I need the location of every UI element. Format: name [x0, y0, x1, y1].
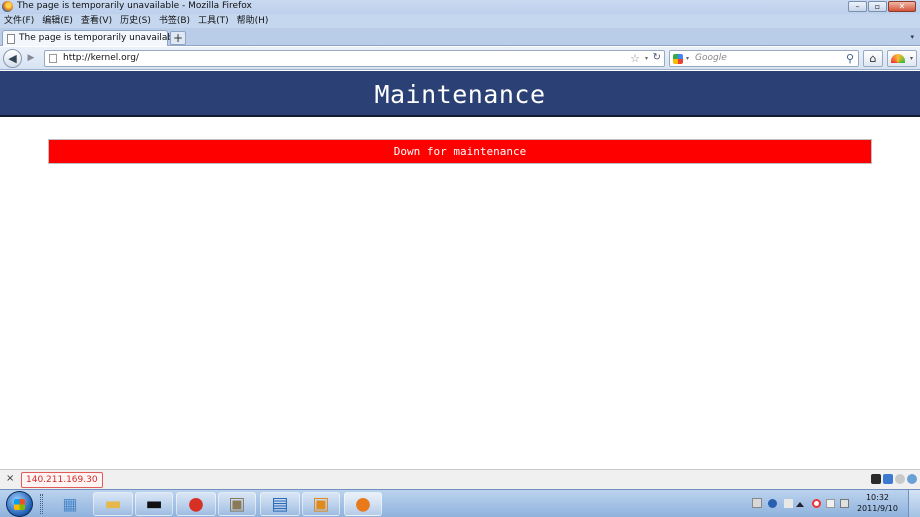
google-icon[interactable] [673, 54, 683, 64]
search-bar[interactable]: ▾ Google ⚲ [669, 50, 859, 67]
firefox-window: The page is temporarily unavailable - Mo… [0, 0, 920, 517]
title-bar[interactable]: The page is temporarily unavailable - Mo… [0, 0, 920, 14]
menu-bookmarks[interactable]: 书签(B) [159, 14, 190, 28]
url-bar[interactable]: http://kernel.org/ ☆ ▾ ↻ [44, 50, 665, 67]
remote-desktop-icon: ▤ [271, 493, 289, 515]
globe-icon[interactable] [907, 474, 917, 484]
tab-active[interactable]: The page is temporarily unavailable [2, 30, 181, 46]
banner-text: Down for maintenance [393, 145, 527, 158]
window-controls: – ▫ ✕ [848, 1, 916, 12]
search-icon[interactable]: ⚲ [846, 52, 854, 65]
url-text[interactable]: http://kernel.org/ [63, 53, 139, 63]
home-button[interactable]: ⌂ [863, 50, 883, 67]
taskbar-app-terminal[interactable]: ▬ [135, 492, 173, 516]
url-history-dropdown-icon[interactable]: ▾ [645, 55, 648, 62]
tab-bar: The page is temporarily unavailable + ▾ [0, 28, 920, 46]
taskbar-app-chrome[interactable]: ● [176, 492, 216, 516]
clock-date: 2011/9/10 [856, 504, 898, 513]
ip-address-badge: 140.211.169.30 [21, 472, 103, 488]
taskbar-app-explorer[interactable]: ▬ [93, 492, 133, 516]
taskbar-grip[interactable] [40, 494, 43, 514]
maintenance-header: Maintenance [0, 71, 920, 117]
menu-bar: 文件(F) 编辑(E) 查看(V) 历史(S) 书签(B) 工具(T) 帮助(H… [0, 14, 920, 28]
bookmark-star-icon[interactable]: ☆ [630, 52, 640, 65]
taskbar-app-firefox[interactable]: ● [344, 492, 382, 516]
start-button[interactable] [6, 491, 33, 517]
page-title: Maintenance [374, 80, 546, 109]
forward-button[interactable]: ▶ [24, 52, 38, 65]
maximize-button[interactable]: ▫ [868, 1, 887, 12]
reload-icon[interactable]: ↻ [653, 52, 661, 63]
help-icon[interactable] [768, 499, 777, 508]
firefox-icon [2, 1, 13, 12]
chrome-icon: ● [188, 493, 204, 515]
show-hidden-icons-icon[interactable] [796, 502, 804, 507]
menu-help[interactable]: 帮助(H) [237, 14, 269, 28]
search-input[interactable]: Google [695, 53, 727, 63]
status-icons [871, 474, 917, 484]
navigation-toolbar: ◀ ▶ http://kernel.org/ ☆ ▾ ↻ ▾ Google ⚲ … [0, 47, 920, 70]
search-engine-dropdown-icon[interactable]: ▾ [686, 55, 689, 62]
chevron-down-icon[interactable]: ▾ [910, 55, 913, 62]
keyboard-icon[interactable] [752, 498, 762, 508]
addon-button[interactable]: ▾ [887, 50, 917, 67]
menu-view[interactable]: 查看(V) [81, 14, 112, 28]
taskbar-app-remote-desktop[interactable]: ▤ [260, 492, 300, 516]
windows-taskbar: ▦ ▬ ▬ ● ▣ ▤ ▣ ● 10:32 2011/9/10 [0, 489, 920, 517]
page-icon [49, 54, 57, 63]
page-content: Maintenance Down for maintenance [0, 71, 920, 469]
volume-icon[interactable] [840, 499, 849, 508]
menu-file[interactable]: 文件(F) [4, 14, 34, 28]
tab-label: The page is temporarily unavailable [19, 33, 182, 43]
minimize-button[interactable]: – [848, 1, 867, 12]
firefox-icon: ● [355, 493, 371, 515]
menu-history[interactable]: 历史(S) [120, 14, 151, 28]
info-icon[interactable] [895, 474, 905, 484]
menu-edit[interactable]: 编辑(E) [42, 14, 73, 28]
page-icon [7, 34, 15, 44]
taskbar-app-virtualbox[interactable]: ▣ [302, 492, 340, 516]
clock[interactable]: 10:32 2011/9/10 [857, 492, 898, 514]
calculator-icon: ▦ [62, 494, 78, 514]
close-icon[interactable]: × [6, 473, 14, 484]
new-tab-button[interactable]: + [170, 31, 186, 45]
back-button[interactable]: ◀ [3, 49, 22, 68]
addon-status-icon[interactable] [871, 474, 881, 484]
window-title: The page is temporarily unavailable - Mo… [17, 1, 252, 11]
status-bar: × 140.211.169.30 [0, 469, 920, 489]
system-tray: 10:32 2011/9/10 [740, 490, 920, 517]
tab-list-icon[interactable]: ▾ [910, 33, 914, 41]
terminal-icon: ▬ [145, 493, 163, 515]
taskbar-app-archive[interactable]: ▣ [218, 492, 256, 516]
menu-tools[interactable]: 工具(T) [198, 14, 229, 28]
sync-icon[interactable] [883, 474, 893, 484]
clock-time: 10:32 [865, 493, 890, 502]
close-button[interactable]: ✕ [888, 1, 916, 12]
flag-icon[interactable] [826, 499, 835, 508]
explorer-icon: ▬ [104, 493, 122, 515]
virtualbox-icon: ▣ [312, 493, 330, 515]
blocked-icon[interactable] [812, 499, 821, 508]
archive-icon: ▣ [228, 493, 246, 515]
show-desktop-button[interactable] [908, 490, 920, 517]
network-icon[interactable] [784, 499, 793, 508]
windows-logo-icon [14, 499, 25, 510]
maintenance-banner: Down for maintenance [48, 139, 872, 164]
taskbar-app-calculator[interactable]: ▦ [56, 492, 84, 516]
rainbow-icon [891, 54, 905, 63]
